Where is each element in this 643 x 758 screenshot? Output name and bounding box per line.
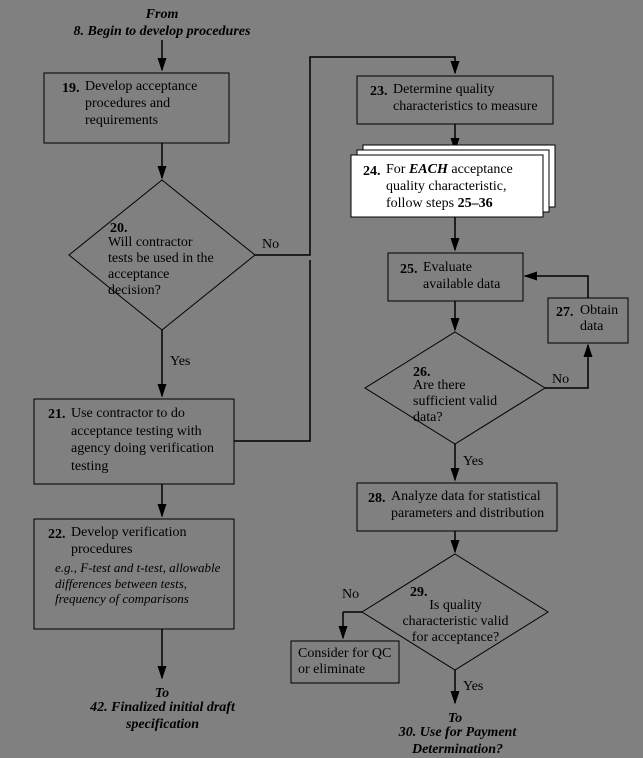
label-26-yes: Yes [463, 454, 483, 469]
node-22-text2: e.g., F-test and t-test, allowable diffe… [55, 560, 227, 607]
footer-left-to: To [155, 686, 169, 701]
node-26: 26. Are there sufficient valid data? [365, 332, 545, 444]
node-21-text: Use contractor to do acceptance testing … [71, 405, 229, 475]
node-21: 21. Use contractor to do acceptance test… [34, 399, 234, 484]
svg-text:27.: 27. [556, 305, 574, 320]
svg-text:24.: 24. [363, 164, 381, 179]
svg-text:25.: 25. [400, 262, 418, 277]
edge-21-merge [234, 260, 310, 441]
label-29-yes: Yes [463, 679, 483, 694]
node-24-text: For EACH acceptance quality characterist… [386, 162, 539, 212]
node-29-text: Is quality characteristic valid for acce… [398, 598, 513, 646]
node-20: 20. Will contractor tests be used in the… [69, 180, 255, 330]
label-20-no: No [262, 237, 279, 252]
svg-text:19.: 19. [62, 81, 80, 96]
label-29-no: No [342, 587, 359, 602]
node-22-text1: Develop verification procedures [71, 525, 229, 559]
node-22: 22. Develop verification procedures e.g.… [34, 519, 234, 629]
footer-right: 30. Use for Payment Determination? [360, 725, 555, 758]
header-from-ref: 8. Begin to develop procedures [74, 24, 251, 39]
node-28-text: Analyze data for statistical parameters … [391, 489, 553, 523]
label-26-no: No [552, 372, 569, 387]
node-27: 27. Obtain data [548, 298, 628, 343]
node-qc-text: Consider for QC or eliminate [298, 646, 394, 678]
node-19-text: Develop acceptance procedures and requir… [85, 79, 223, 129]
svg-text:21.: 21. [48, 407, 66, 422]
footer-right-to: To [448, 711, 462, 726]
node-23-text: Determine quality characteristics to mea… [393, 82, 548, 116]
node-25: 25. Evaluate available data [388, 253, 523, 301]
svg-text:23.: 23. [370, 84, 388, 99]
node-28: 28. Analyze data for statistical paramet… [357, 483, 557, 531]
edge-27-25 [525, 276, 588, 298]
node-20-text: Will contractor tests be used in the acc… [108, 235, 218, 299]
node-27-text: Obtain data [580, 303, 626, 335]
svg-text:28.: 28. [368, 491, 386, 506]
node-25-text: Evaluate available data [423, 260, 518, 294]
node-24: 24. For EACH acceptance quality characte… [351, 145, 555, 217]
svg-text:20.: 20. [110, 221, 128, 236]
svg-text:22.: 22. [48, 527, 66, 542]
node-26-text: Are there sufficient valid data? [413, 378, 503, 426]
node-19: 19. Develop acceptance procedures and re… [44, 73, 229, 143]
header-from-label: From [145, 7, 179, 22]
label-20-yes: Yes [170, 354, 190, 369]
footer-left: 42. Finalized initial draft specificatio… [60, 700, 265, 734]
node-qc: Consider for QC or eliminate [291, 641, 399, 683]
node-23: 23. Determine quality characteristics to… [357, 76, 553, 124]
